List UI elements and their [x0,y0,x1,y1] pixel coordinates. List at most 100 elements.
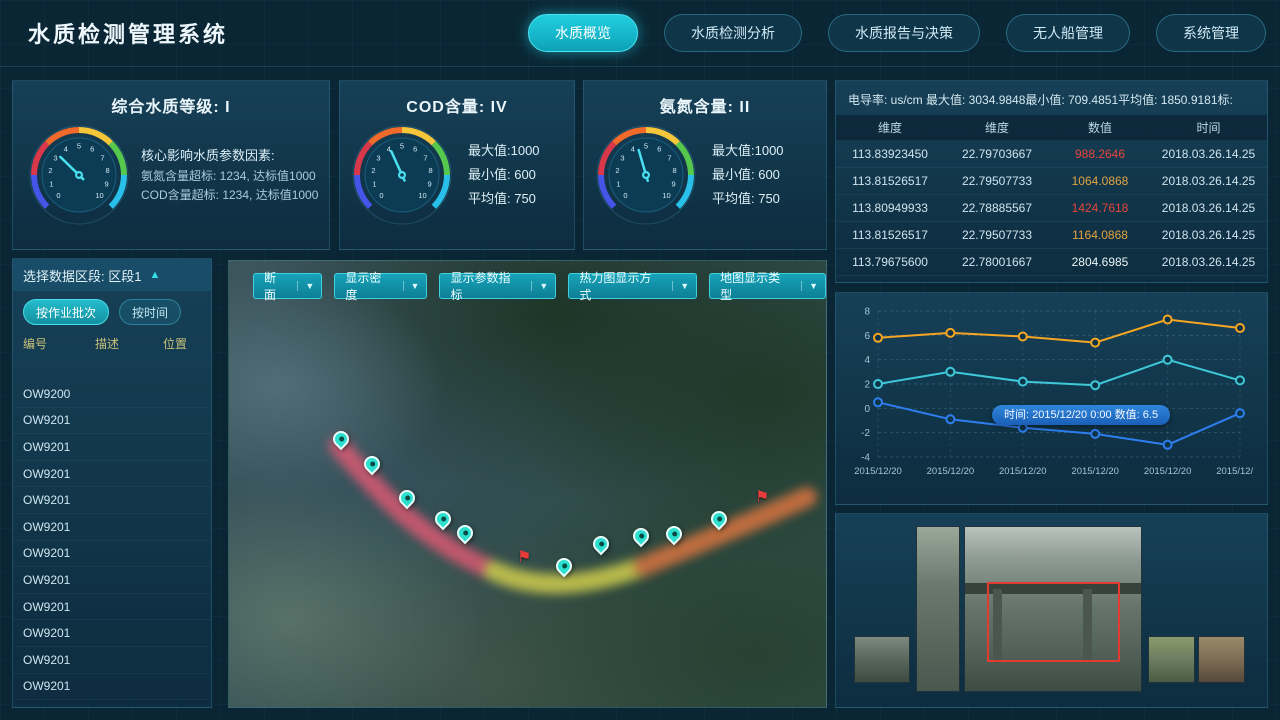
svg-text:5: 5 [644,142,648,151]
dropdown-parameter[interactable]: 显示参数指标 ▼ [439,273,556,299]
svg-text:2: 2 [864,380,870,391]
stat-avg: 平均值: 750 [712,187,784,211]
svg-text:4: 4 [64,145,68,154]
app-title: 水质检测管理系统 [28,17,228,49]
cell-lon: 113.83923450 [836,147,944,161]
panel-trend-chart: 86420-2-42015/12/202015/12/202015/12/202… [835,292,1268,505]
svg-text:2015/12/20: 2015/12/20 [1216,466,1253,477]
svg-text:10: 10 [662,191,670,200]
panel-ammonia: 氨氮含量: II 012345678910 最大值:1000 最小值: 600 … [583,80,827,250]
nav-tab-analysis[interactable]: 水质检测分析 [664,14,802,52]
cell-value: 988.2646 [1050,147,1150,161]
list-item[interactable]: OW9200 [13,381,211,408]
svg-text:-4: -4 [861,453,870,464]
panel-data-sections: 选择数据区段: 区段1 ▲ 按作业批次 按时间 编号 描述 位置 OW9200 … [12,258,212,708]
cell-value: 1064.0868 [1050,174,1150,188]
svg-text:2: 2 [48,166,52,175]
row-id: OW9201 [23,467,95,481]
table-row: 113.80949933 22.78885567 1424.7618 2018.… [836,195,1267,222]
svg-text:2015/12/20: 2015/12/20 [854,466,902,477]
list-item[interactable]: OW9201 [13,620,211,647]
panel-site-photos [835,513,1268,708]
svg-text:0: 0 [864,404,870,415]
list-item[interactable]: OW9201 [13,674,211,701]
chevron-down-icon: ▼ [297,281,321,291]
list-item[interactable]: OW9201 [13,461,211,488]
nav-tab-system[interactable]: 系统管理 [1156,14,1266,52]
flag-marker-icon[interactable]: ⚑ [517,547,531,567]
list-item[interactable]: OW9201 [13,647,211,674]
photo-thumbnail[interactable] [916,526,960,692]
nav-tab-vessel[interactable]: 无人船管理 [1006,14,1130,52]
cell-lat: 22.78001667 [944,255,1050,269]
dropdown-label: 断面 [254,269,297,303]
section-selector[interactable]: 选择数据区段: 区段1 ▲ [13,259,211,291]
factor-line: COD含量超标: 1234, 达标值1000 [141,186,318,205]
panel-title: 综合水质等级: I [13,81,329,117]
list-item[interactable]: OW9201 [13,567,211,594]
photo-thumbnail[interactable] [1148,636,1195,683]
table-row: 113.81526517 22.79507733 1164.0868 2018.… [836,222,1267,249]
flag-marker-icon[interactable]: ⚑ [755,487,769,507]
svg-text:2015/12/20: 2015/12/20 [1144,466,1192,477]
cod-gauge: 012345678910 [350,123,454,227]
svg-text:2015/12/20: 2015/12/20 [927,466,975,477]
table-row: 113.81526517 22.79507733 1064.0868 2018.… [836,168,1267,195]
dropdown-map-type[interactable]: 地图显示类型 ▼ [709,273,826,299]
dropdown-label: 显示参数指标 [440,269,531,303]
list-item[interactable]: OW9201 [13,514,211,541]
tab-by-batch[interactable]: 按作业批次 [23,299,109,325]
svg-text:1: 1 [616,180,620,189]
heatmap-river-overlay [229,261,827,708]
section-list: OW9200 OW9201 OW9201 OW9201 OW9201 OW920… [13,381,211,703]
list-column-headers: 编号 描述 位置 [13,331,211,356]
list-item[interactable]: OW9201 [13,594,211,621]
dropdown-density[interactable]: 显示密度 ▼ [334,273,427,299]
chart-area: 86420-2-42015/12/202015/12/202015/12/202… [844,303,1259,494]
list-item[interactable]: OW9201 [13,434,211,461]
svg-text:3: 3 [620,154,624,163]
caret-up-icon[interactable]: ▲ [149,269,160,281]
cell-lat: 22.79507733 [944,174,1050,188]
svg-text:5: 5 [400,142,404,151]
svg-text:6: 6 [90,145,94,154]
ammonia-gauge: 012345678910 [594,123,698,227]
tab-by-time[interactable]: 按时间 [119,299,181,325]
svg-text:4: 4 [864,355,870,366]
nav-tab-report[interactable]: 水质报告与决策 [828,14,980,52]
stat-min: 最小值: 600 [712,163,784,187]
panel-cod: COD含量: IV 012345678910 最大值:1000 最小值: 600… [339,80,575,250]
list-item[interactable]: OW9201 [13,487,211,514]
list-item[interactable]: OW9201 [13,408,211,435]
filter-tabs: 按作业批次 按时间 [13,291,211,331]
row-id: OW9201 [23,520,95,534]
photo-main[interactable] [964,526,1142,692]
conductivity-summary: 电导率: us/cm 最大值: 3034.9848最小值: 709.4851平均… [836,81,1267,115]
col-header-value: 数值 [1050,119,1150,136]
nav-tab-overview[interactable]: 水质概览 [528,14,638,52]
svg-text:9: 9 [672,180,676,189]
svg-text:10: 10 [95,191,103,200]
cell-time: 2018.03.26.14.25 [1150,201,1267,215]
svg-text:0: 0 [56,191,60,200]
svg-text:5: 5 [77,142,81,151]
panel-conductivity: 电导率: us/cm 最大值: 3034.9848最小值: 709.4851平均… [835,80,1268,283]
row-id: OW9201 [23,546,95,560]
map-toolbar: 断面 ▼ 显示密度 ▼ 显示参数指标 ▼ 热力图显示方式 ▼ 地图显示类型 ▼ [253,273,826,299]
dropdown-heatmap-mode[interactable]: 热力图显示方式 ▼ [568,273,697,299]
cell-lat: 22.79507733 [944,228,1050,242]
dropdown-section[interactable]: 断面 ▼ [253,273,322,299]
svg-text:1: 1 [49,180,53,189]
row-id: OW9201 [23,626,95,640]
photo-thumbnail[interactable] [1198,636,1245,683]
svg-text:10: 10 [418,191,426,200]
svg-text:4: 4 [631,145,635,154]
svg-text:7: 7 [100,154,104,163]
stat-min: 最小值: 600 [468,163,540,187]
photo-thumbnail[interactable] [854,636,910,683]
svg-text:8: 8 [864,307,870,318]
col-header-time: 时间 [1150,119,1267,136]
cell-lat: 22.78885567 [944,201,1050,215]
satellite-map[interactable]: 断面 ▼ 显示密度 ▼ 显示参数指标 ▼ 热力图显示方式 ▼ 地图显示类型 ▼ … [228,260,827,708]
list-item[interactable]: OW9201 [13,541,211,568]
